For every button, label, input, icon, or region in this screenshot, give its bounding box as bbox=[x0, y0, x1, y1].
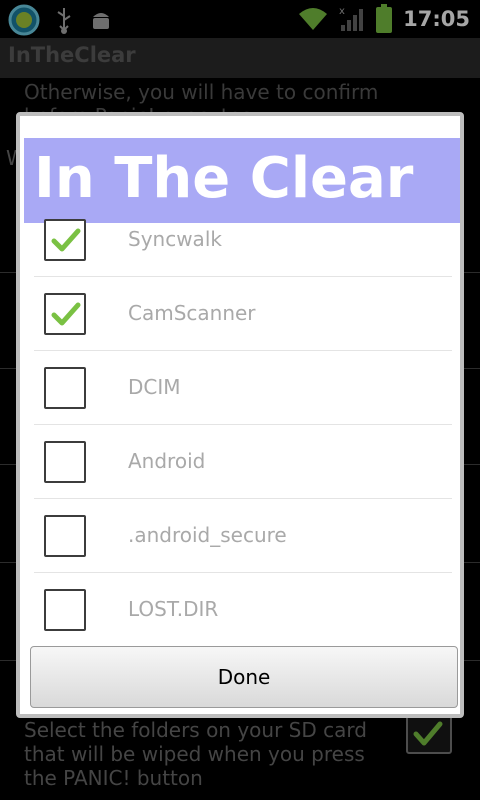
list-item[interactable]: .android_secure bbox=[34, 499, 452, 573]
dialog-button-bar: Done bbox=[30, 646, 458, 710]
dialog-title: In The Clear bbox=[34, 146, 414, 211]
folder-checkbox[interactable] bbox=[44, 293, 86, 335]
folder-list: Syncwalk CamScanner DCIM Android .androi… bbox=[20, 203, 460, 647]
folder-checkbox[interactable] bbox=[44, 515, 86, 557]
folder-checkbox[interactable] bbox=[44, 589, 86, 631]
list-item[interactable]: DCIM bbox=[34, 351, 452, 425]
done-button[interactable]: Done bbox=[30, 646, 458, 708]
checkmark-icon bbox=[51, 228, 81, 252]
folder-select-dialog: In The Clear Syncwalk CamScanner DCIM An… bbox=[16, 112, 464, 718]
folder-checkbox[interactable] bbox=[44, 441, 86, 483]
folder-label: DCIM bbox=[128, 375, 181, 399]
folder-label: Syncwalk bbox=[128, 227, 222, 251]
checkmark-icon bbox=[51, 302, 81, 326]
folder-checkbox[interactable] bbox=[44, 367, 86, 409]
folder-label: Android bbox=[128, 449, 206, 473]
list-item[interactable]: Android bbox=[34, 425, 452, 499]
list-item[interactable]: Syncwalk bbox=[34, 203, 452, 277]
folder-label: LOST.DIR bbox=[128, 597, 219, 621]
list-item[interactable]: LOST.DIR bbox=[34, 573, 452, 647]
folder-label: .android_secure bbox=[128, 523, 287, 547]
list-item[interactable]: CamScanner bbox=[34, 277, 452, 351]
folder-checkbox[interactable] bbox=[44, 219, 86, 261]
folder-label: CamScanner bbox=[128, 301, 256, 325]
